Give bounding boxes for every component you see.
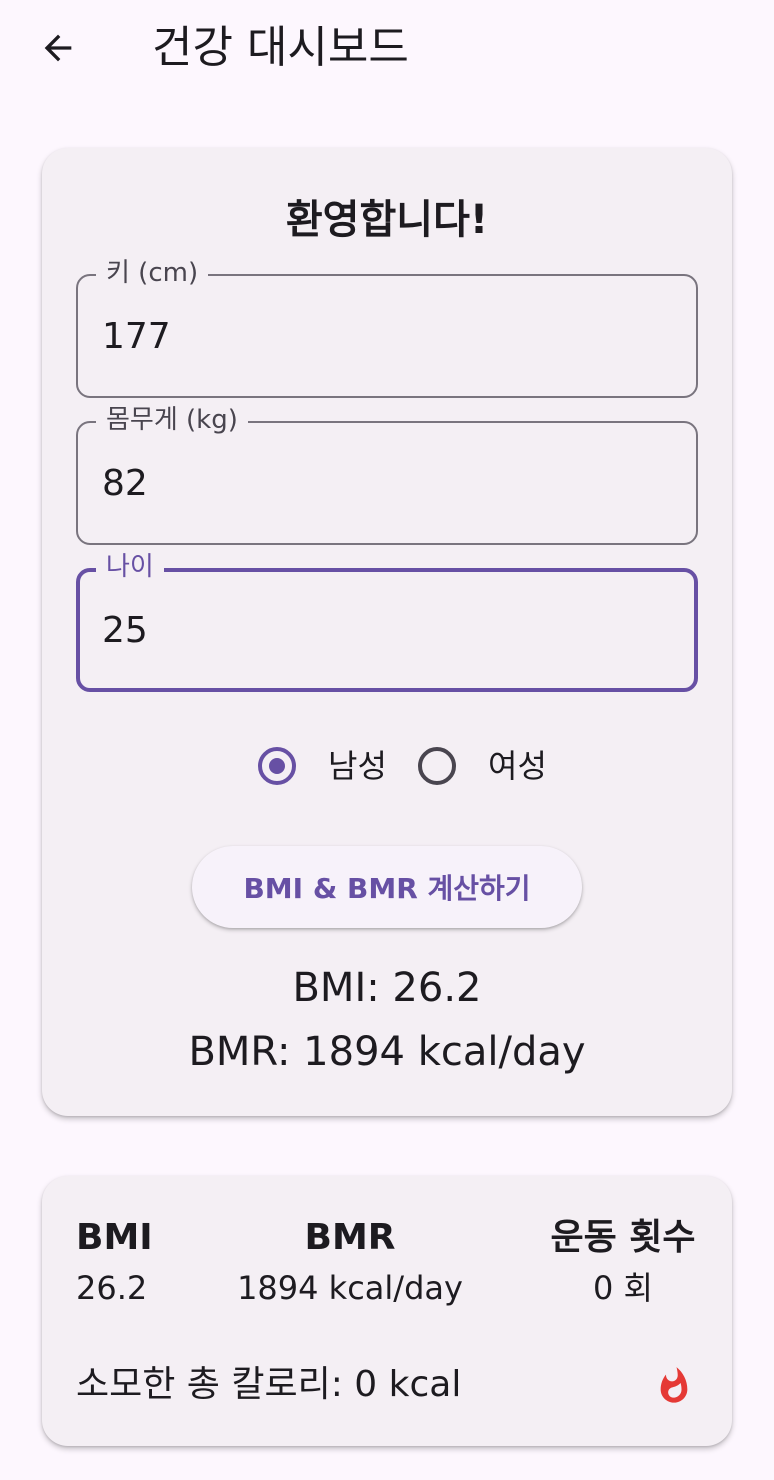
calculate-button[interactable]: BMI & BMR 계산하기 [192,846,582,928]
age-field-label: 나이 [96,550,164,584]
radio-unchecked-icon[interactable] [418,747,456,785]
bmr-stat-value: 1894 kcal/day [237,1269,463,1307]
age-field-value[interactable]: 25 [102,608,148,654]
gender-option-female[interactable]: 여성 [418,736,547,796]
gender-option-male-label: 남성 [328,747,387,785]
back-button[interactable] [28,20,88,76]
bmr-stat-label: BMR [304,1217,396,1258]
page-title: 건강 대시보드 [152,22,409,73]
weight-field-value[interactable]: 82 [102,461,148,507]
gender-option-female-label: 여성 [488,747,547,785]
app-bar: 건강 대시보드 [0,0,774,96]
exercise-count-label: 운동 횟수 [550,1217,696,1258]
age-field[interactable]: 나이 25 [76,550,698,692]
height-field-label: 키 (cm) [96,256,209,290]
fire-icon [660,1367,688,1403]
welcome-heading: 환영합니다! [285,197,489,243]
bmr-result: BMR: 1894 kcal/day [188,1029,586,1075]
bmi-stat-value: 26.2 [76,1269,148,1307]
bmi-result: BMI: 26.2 [292,965,482,1011]
profile-card: 환영합니다! 키 (cm) 177 몸무게 (kg) 82 나이 25 남성 여… [42,148,732,1116]
gender-option-male[interactable]: 남성 [258,736,387,796]
gender-radio-group: 남성 여성 [42,736,732,796]
height-field[interactable]: 키 (cm) 177 [76,256,698,398]
weight-field-label: 몸무게 (kg) [96,403,248,437]
stats-card: BMI 26.2 BMR 1894 kcal/day 운동 횟수 0 회 소모한… [42,1176,732,1446]
height-field-value[interactable]: 177 [102,314,171,360]
total-calories-text: 소모한 총 칼로리: 0 kcal [76,1364,462,1405]
weight-field[interactable]: 몸무게 (kg) 82 [76,403,698,545]
arrow-back-icon [44,34,72,62]
radio-checked-icon[interactable] [258,747,296,785]
exercise-count-value: 0 회 [593,1269,653,1307]
bmi-stat-label: BMI [76,1217,153,1258]
